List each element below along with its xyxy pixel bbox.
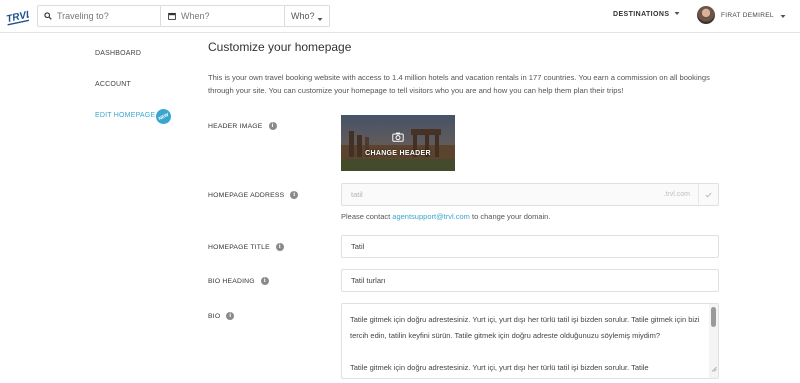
homepage-title-input[interactable] — [342, 236, 718, 257]
change-header-overlay: CHANGE HEADER — [341, 115, 455, 171]
info-icon[interactable]: i — [226, 312, 235, 320]
new-badge: NEW — [153, 106, 174, 127]
guests-select[interactable]: Who? — [285, 6, 329, 26]
homepage-address-field: .trvl.com — [341, 183, 719, 206]
homepage-title-label-text: HOMEPAGE TITLE — [208, 243, 270, 251]
domain-contact-note: Please contact agentsupport@trvl.com to … — [341, 212, 550, 221]
user-menu[interactable]: FIRAT DEMIREL — [697, 6, 786, 24]
search-bar: Who? — [37, 5, 330, 27]
homepage-title-label: HOMEPAGE TITLE i — [208, 243, 284, 251]
change-header-label: CHANGE HEADER — [365, 150, 431, 157]
calendar-icon — [168, 12, 176, 20]
trvl-logo[interactable]: TRVL — [5, 6, 33, 26]
user-name: FIRAT DEMIREL — [721, 11, 774, 19]
top-navigation-bar: TRVL Who? DESTINATIONS — [0, 0, 800, 33]
contact-prefix: Please contact — [341, 212, 393, 221]
sidebar-item-account[interactable]: ACCOUNT — [95, 81, 131, 88]
chevron-down-icon — [674, 11, 680, 18]
homepage-address-label-text: HOMEPAGE ADDRESS — [208, 191, 285, 199]
change-header-button[interactable]: CHANGE HEADER — [341, 115, 455, 171]
camera-icon — [392, 129, 404, 147]
header-image-label-text: HEADER IMAGE — [208, 122, 263, 130]
header-image-label: HEADER IMAGE i — [208, 122, 277, 130]
bio-field: Tatile gitmek için doğru adrestesiniz. Y… — [341, 303, 719, 379]
info-icon[interactable]: i — [268, 122, 277, 130]
contact-suffix: to change your domain. — [469, 212, 551, 221]
homepage-title-field — [341, 235, 719, 258]
homepage-address-label: HOMEPAGE ADDRESS i — [208, 191, 299, 199]
destinations-menu[interactable]: DESTINATIONS — [613, 11, 680, 18]
destination-field[interactable] — [38, 6, 161, 26]
bio-textarea[interactable]: Tatile gitmek için doğru adrestesiniz. Y… — [342, 304, 708, 378]
search-icon — [44, 12, 52, 20]
info-icon[interactable]: i — [275, 243, 284, 251]
page-title: Customize your homepage — [208, 40, 352, 54]
support-email-link[interactable]: agentsupport@trvl.com — [392, 212, 470, 221]
info-icon[interactable]: i — [290, 191, 299, 199]
destination-input[interactable] — [57, 11, 137, 21]
bio-label: BIO i — [208, 312, 235, 320]
sidebar-item-dashboard[interactable]: DASHBOARD — [95, 50, 141, 57]
intro-text: This is your own travel booking website … — [208, 73, 710, 95]
chevron-down-icon — [317, 14, 323, 24]
bio-label-text: BIO — [208, 312, 221, 320]
info-icon[interactable]: i — [260, 277, 269, 285]
sidebar-item-edit-homepage[interactable]: EDIT HOMEPAGE — [95, 112, 155, 119]
homepage-address-input[interactable] — [342, 184, 642, 205]
chevron-down-icon — [780, 6, 786, 24]
bio-heading-label: BIO HEADING i — [208, 277, 269, 285]
avatar — [697, 6, 715, 24]
check-icon — [698, 184, 718, 205]
destinations-label: DESTINATIONS — [613, 11, 670, 18]
domain-suffix: .trvl.com — [663, 191, 690, 198]
date-field[interactable] — [161, 6, 285, 26]
guests-label: Who? — [291, 11, 315, 21]
bio-heading-field — [341, 269, 719, 292]
date-input[interactable] — [181, 11, 261, 21]
resize-handle-icon[interactable] — [711, 359, 717, 377]
scrollbar-thumb[interactable] — [711, 307, 716, 327]
bio-heading-label-text: BIO HEADING — [208, 277, 255, 285]
bio-heading-input[interactable] — [342, 270, 718, 291]
